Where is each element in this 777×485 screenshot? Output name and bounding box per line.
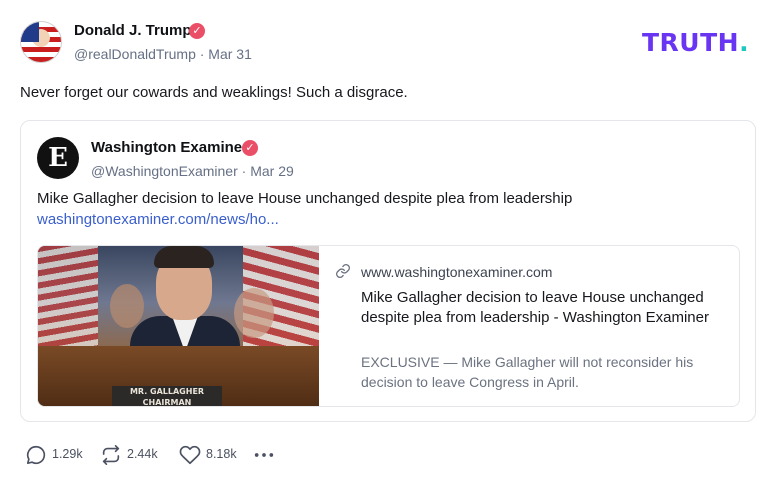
nameplate-line-2: CHAIRMAN <box>142 398 192 407</box>
link-preview-description: EXCLUSIVE — Mike Gallagher will not reco… <box>361 354 694 390</box>
quoted-post-link[interactable]: washingtonexaminer.com/news/ho... <box>37 211 279 228</box>
image-background-person <box>110 284 144 328</box>
quoted-verified-badge-icon: ✓ <box>242 140 258 156</box>
link-preview-card[interactable]: MR. GALLAGHER CHAIRMAN www.washingtonexa… <box>37 245 740 407</box>
more-icon <box>254 453 274 457</box>
image-person-hair <box>154 246 214 268</box>
quoted-author-name[interactable]: Washington Examiner <box>91 139 248 156</box>
image-flag-left <box>38 246 98 346</box>
truth-logo-text: TRUTH <box>642 28 740 57</box>
heart-icon <box>179 445 201 465</box>
like-count: 8.18k <box>206 447 237 461</box>
truth-logo-dot: . <box>739 28 750 57</box>
image-background-person <box>234 288 274 338</box>
more-options-button[interactable] <box>253 444 275 466</box>
truth-logo: TRUTH. <box>642 28 749 57</box>
verified-badge-icon: ✓ <box>189 23 205 39</box>
retruth-count: 2.44k <box>127 447 158 461</box>
link-preview-body: www.washingtonexaminer.com Mike Gallaghe… <box>319 246 739 406</box>
reply-icon <box>26 445 46 465</box>
quoted-author-avatar[interactable]: E <box>37 137 79 179</box>
truth-post: Donald J. Trump ✓ @realDonaldTrump · Mar… <box>0 0 777 485</box>
quoted-post[interactable]: E Washington Examiner ✓ @WashingtonExami… <box>20 120 756 422</box>
quoted-author-meta: @WashingtonExaminer · Mar 29 <box>91 163 294 179</box>
retruth-icon <box>102 445 120 465</box>
quoted-post-text: Mike Gallagher decision to leave House u… <box>37 190 573 207</box>
image-nameplate: MR. GALLAGHER CHAIRMAN <box>112 386 222 407</box>
nameplate-line-1: MR. GALLAGHER <box>129 387 205 396</box>
reply-count: 1.29k <box>52 447 83 461</box>
link-preview-title[interactable]: Mike Gallagher decision to leave House u… <box>361 288 731 328</box>
author-name[interactable]: Donald J. Trump <box>74 22 192 39</box>
post-text: Never forget our cowards and weaklings! … <box>20 84 408 101</box>
link-preview-domain: www.washingtonexaminer.com <box>361 264 553 280</box>
author-meta: @realDonaldTrump · Mar 31 <box>74 46 252 62</box>
link-preview-image: MR. GALLAGHER CHAIRMAN <box>38 246 319 407</box>
author-avatar[interactable] <box>20 21 62 63</box>
link-icon <box>336 264 350 278</box>
